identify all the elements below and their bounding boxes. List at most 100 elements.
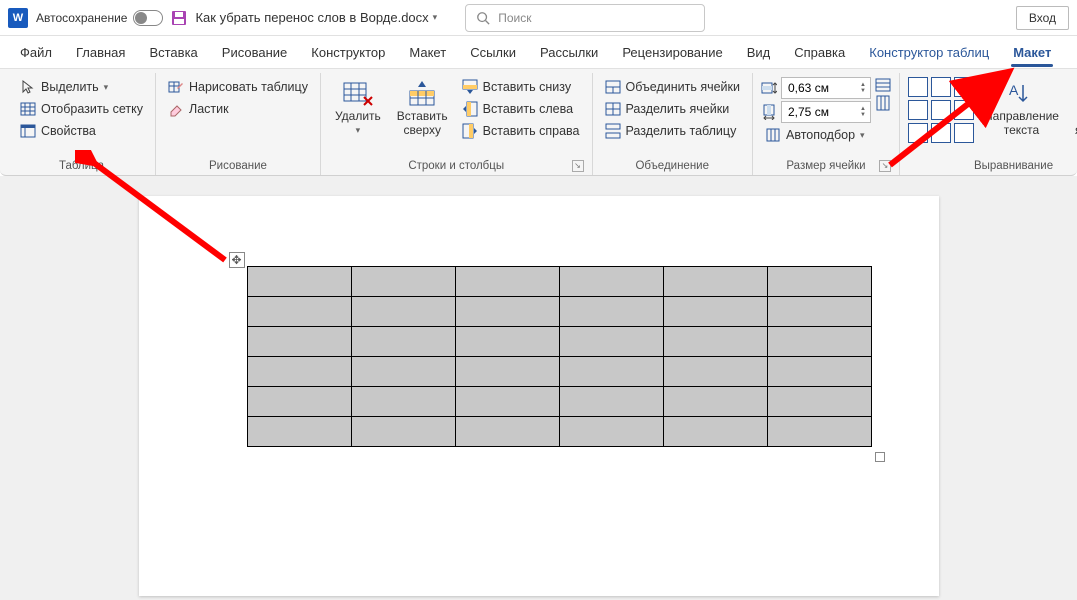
table-cell[interactable] xyxy=(767,387,871,417)
align-middle-left[interactable] xyxy=(908,100,928,120)
table-cell[interactable] xyxy=(351,297,455,327)
table-cell[interactable] xyxy=(455,357,559,387)
document-area[interactable]: ✥ xyxy=(0,176,1077,600)
table-cell[interactable] xyxy=(663,417,767,447)
table-cell[interactable] xyxy=(767,357,871,387)
table-cell[interactable] xyxy=(455,327,559,357)
table-row[interactable] xyxy=(247,297,871,327)
table-cell[interactable] xyxy=(247,387,351,417)
table-cell[interactable] xyxy=(559,297,663,327)
table-row[interactable] xyxy=(247,417,871,447)
insert-above-button[interactable]: Вставить сверху xyxy=(391,77,454,140)
table-row[interactable] xyxy=(247,327,871,357)
table-cell[interactable] xyxy=(663,267,767,297)
align-bottom-right[interactable] xyxy=(954,123,974,143)
align-middle-center[interactable] xyxy=(931,100,951,120)
table-cell[interactable] xyxy=(247,267,351,297)
table-cell[interactable] xyxy=(351,357,455,387)
tab-review[interactable]: Рецензирование xyxy=(610,39,734,66)
insert-right-button[interactable]: Вставить справа xyxy=(458,121,584,141)
tab-mailings[interactable]: Рассылки xyxy=(528,39,610,66)
tab-table-layout[interactable]: Макет xyxy=(1001,39,1063,66)
table-cell[interactable] xyxy=(455,387,559,417)
column-width-input[interactable]: ▲▼ xyxy=(781,101,871,123)
dialog-launcher-icon[interactable]: ↘ xyxy=(572,160,584,172)
table-cell[interactable] xyxy=(351,387,455,417)
table-cell[interactable] xyxy=(767,267,871,297)
table-cell[interactable] xyxy=(247,327,351,357)
table-cell[interactable] xyxy=(663,387,767,417)
table-cell[interactable] xyxy=(767,327,871,357)
select-button[interactable]: Выделить ▾ xyxy=(16,77,147,97)
table-move-handle[interactable]: ✥ xyxy=(229,252,245,268)
spinner-icon[interactable]: ▲▼ xyxy=(860,106,866,118)
table-cell[interactable] xyxy=(247,357,351,387)
table-cell[interactable] xyxy=(351,327,455,357)
align-top-left[interactable] xyxy=(908,77,928,97)
insert-below-button[interactable]: Вставить снизу xyxy=(458,77,584,97)
tab-insert[interactable]: Вставка xyxy=(137,39,209,66)
draw-table-button[interactable]: Нарисовать таблицу xyxy=(164,77,312,97)
table-row[interactable] xyxy=(247,267,871,297)
eraser-button[interactable]: Ластик xyxy=(164,99,312,119)
table-cell[interactable] xyxy=(559,387,663,417)
tab-draw[interactable]: Рисование xyxy=(210,39,299,66)
spinner-icon[interactable]: ▲▼ xyxy=(860,82,866,94)
table-cell[interactable] xyxy=(247,417,351,447)
table-cell[interactable] xyxy=(455,417,559,447)
table-cell[interactable] xyxy=(559,267,663,297)
document-title[interactable]: Как убрать перенос слов в Ворде.docx ▾ xyxy=(195,10,437,25)
view-gridlines-button[interactable]: Отобразить сетку xyxy=(16,99,147,119)
table-cell[interactable] xyxy=(559,327,663,357)
split-cells-icon xyxy=(605,101,621,117)
align-middle-right[interactable] xyxy=(954,100,974,120)
table-row[interactable] xyxy=(247,387,871,417)
table-row[interactable] xyxy=(247,357,871,387)
table-cell[interactable] xyxy=(455,267,559,297)
insert-left-button[interactable]: Вставить слева xyxy=(458,99,584,119)
tab-references[interactable]: Ссылки xyxy=(458,39,528,66)
autosave-toggle[interactable] xyxy=(133,10,163,26)
merge-cells-button[interactable]: Объединить ячейки xyxy=(601,77,745,97)
align-bottom-center[interactable] xyxy=(931,123,951,143)
table-cell[interactable] xyxy=(663,357,767,387)
align-bottom-left[interactable] xyxy=(908,123,928,143)
tab-view[interactable]: Вид xyxy=(735,39,783,66)
align-top-right[interactable] xyxy=(954,77,974,97)
tab-design[interactable]: Конструктор xyxy=(299,39,397,66)
table-cell[interactable] xyxy=(351,417,455,447)
table-cell[interactable] xyxy=(559,357,663,387)
login-button[interactable]: Вход xyxy=(1016,6,1069,30)
delete-button[interactable]: Удалить ▾ xyxy=(329,77,387,138)
split-table-button[interactable]: Разделить таблицу xyxy=(601,121,745,141)
search-input[interactable]: Поиск xyxy=(465,4,705,32)
table-resize-handle[interactable] xyxy=(875,452,885,462)
distribute-rows-icon[interactable] xyxy=(875,77,891,93)
autosave-control[interactable]: Автосохранение xyxy=(36,10,163,26)
cell-margins-button[interactable]: Поля ячейки xyxy=(1069,77,1077,140)
save-icon[interactable] xyxy=(171,10,187,26)
tab-layout[interactable]: Макет xyxy=(397,39,458,66)
tab-table-design[interactable]: Конструктор таблиц xyxy=(857,39,1001,66)
table-cell[interactable] xyxy=(247,297,351,327)
tab-file[interactable]: Файл xyxy=(8,39,64,66)
table-cell[interactable] xyxy=(767,417,871,447)
split-cells-button[interactable]: Разделить ячейки xyxy=(601,99,745,119)
distribute-cols-icon[interactable] xyxy=(875,95,891,111)
table-cell[interactable] xyxy=(767,297,871,327)
tab-home[interactable]: Главная xyxy=(64,39,137,66)
table-cell[interactable] xyxy=(455,297,559,327)
table-cell[interactable] xyxy=(559,417,663,447)
autofit-button[interactable]: Автоподбор ▾ xyxy=(761,125,871,145)
table-cell[interactable] xyxy=(663,297,767,327)
properties-button[interactable]: Свойства xyxy=(16,121,147,141)
document-page[interactable]: ✥ xyxy=(139,196,939,596)
text-direction-button[interactable]: A Направление текста xyxy=(978,77,1065,140)
table-cell[interactable] xyxy=(351,267,455,297)
tab-help[interactable]: Справка xyxy=(782,39,857,66)
dialog-launcher-icon[interactable]: ↘ xyxy=(879,160,891,172)
row-height-input[interactable]: ▲▼ xyxy=(781,77,871,99)
document-table[interactable] xyxy=(247,266,872,447)
align-top-center[interactable] xyxy=(931,77,951,97)
table-cell[interactable] xyxy=(663,327,767,357)
